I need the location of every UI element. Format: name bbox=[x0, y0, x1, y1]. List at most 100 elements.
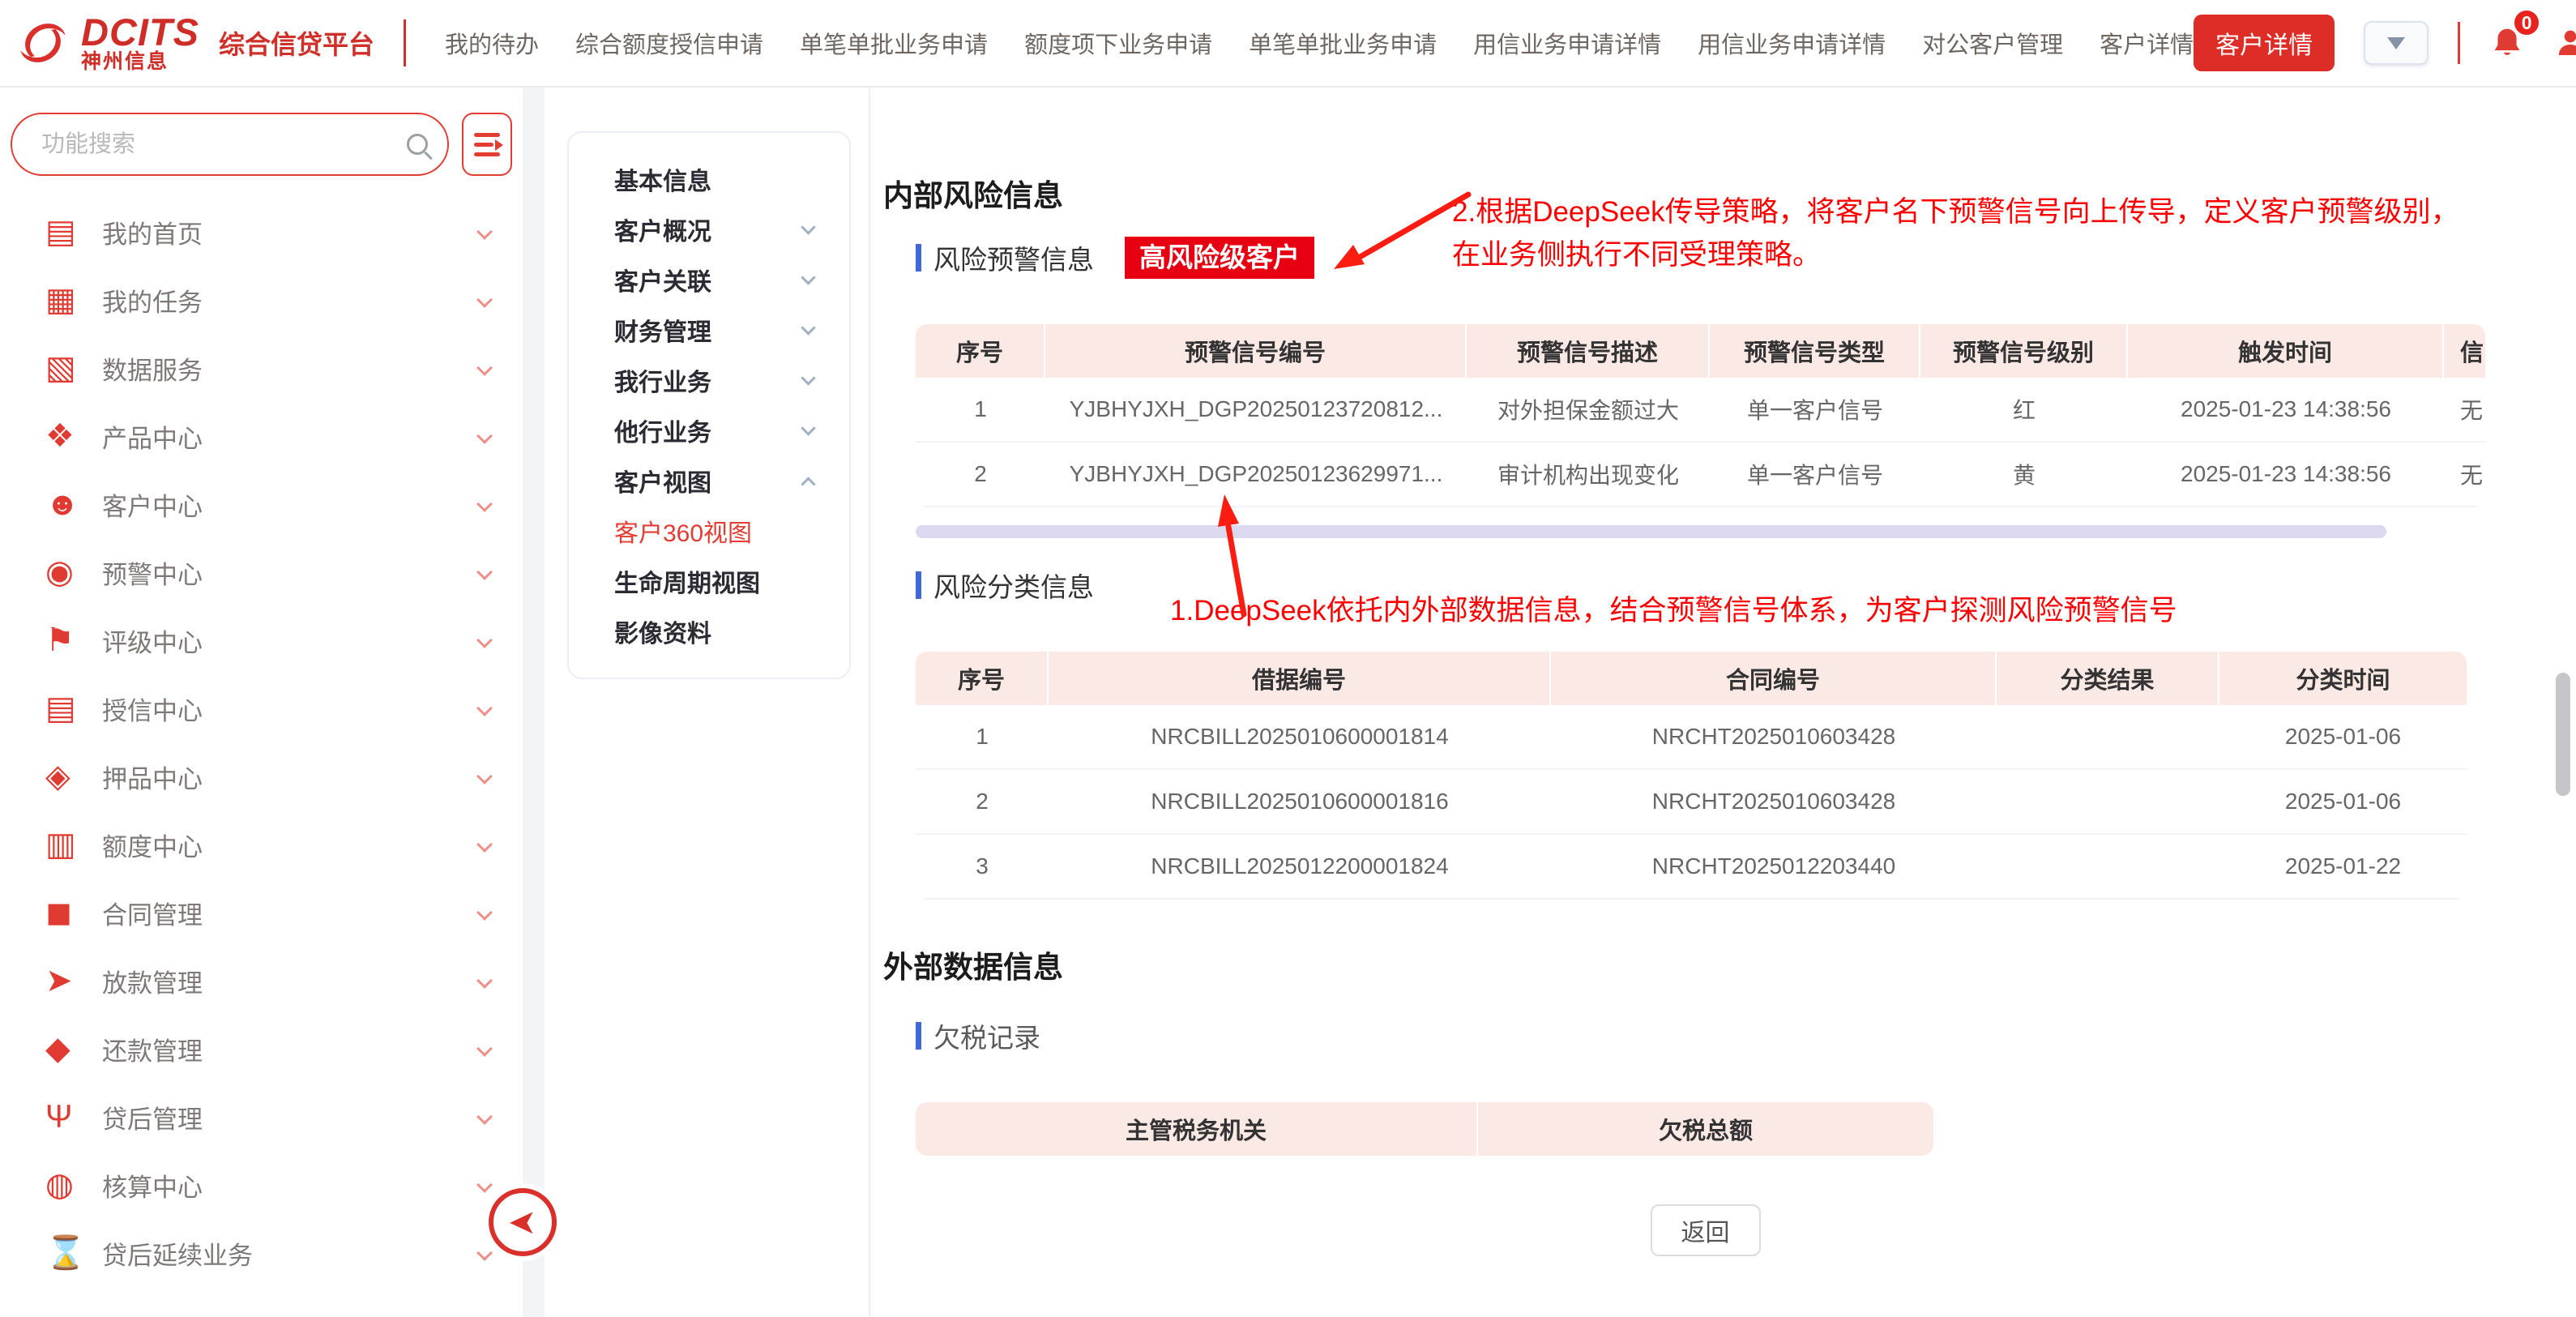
sidebar-menu-item[interactable]: ❖ 产品中心 bbox=[0, 402, 523, 470]
table-cell: 审计机构出现变化 bbox=[1467, 443, 1710, 507]
user-icon bbox=[2554, 26, 2576, 60]
brand-dcits: DCITS bbox=[81, 13, 199, 52]
chevron-down-icon bbox=[476, 768, 493, 785]
column-header: 触发时间 bbox=[2128, 324, 2444, 378]
table-cell: NRCHT2025010603428 bbox=[1551, 705, 1997, 770]
submenu-item[interactable]: 生命周期视图 bbox=[569, 556, 849, 606]
tabs-dropdown-button[interactable] bbox=[2364, 21, 2429, 65]
table-row[interactable]: 2YJBHYJXH_DGP20250123629971...审计机构出现变化单一… bbox=[916, 443, 2485, 507]
utensils-icon: Ψ bbox=[45, 1101, 92, 1133]
topnav-item[interactable]: 用信业务申请详情 bbox=[1473, 26, 1661, 60]
sidebar-item-label: 额度中心 bbox=[102, 827, 479, 863]
submenu-item-label: 我行业务 bbox=[614, 362, 803, 398]
table-cell: NRCHT2025012203440 bbox=[1551, 835, 1997, 900]
submenu-item[interactable]: 客户视图 bbox=[569, 455, 849, 506]
sidebar-item-label: 核算中心 bbox=[102, 1167, 479, 1204]
submenu-item[interactable]: 基本信息 bbox=[569, 154, 849, 204]
table-row[interactable]: 2NRCBILL2025010600001816NRCHT20250106034… bbox=[916, 770, 2467, 835]
risk-classification-table: 序号借据编号合同编号分类结果分类时间 1NRCBILL2025010600001… bbox=[916, 652, 2467, 900]
function-search-input[interactable] bbox=[41, 131, 407, 158]
user-profile-button[interactable] bbox=[2554, 26, 2576, 60]
submenu-item[interactable]: 客户360视图 bbox=[569, 506, 849, 556]
sidebar-item-label: 预警中心 bbox=[102, 554, 479, 591]
table-cell: 2 bbox=[916, 770, 1049, 835]
table-cell: 1 bbox=[916, 378, 1045, 443]
annotation-arrow-to-badge bbox=[1322, 188, 1476, 277]
table-header-row: 序号借据编号合同编号分类结果分类时间 bbox=[916, 652, 2467, 705]
submenu-item-label: 客户360视图 bbox=[614, 513, 814, 549]
risk-warning-table: 序号预警信号编号预警信号描述预警信号类型预警信号级别触发时间信 1YJBHYJX… bbox=[916, 324, 2485, 507]
top-navigation: 我的待办 综合额度授信申请 单笔单批业务申请 额度项下业务申请 单笔单批业务申请 用信业务… bbox=[445, 26, 2194, 60]
submenu-item-label: 客户关联 bbox=[614, 262, 803, 297]
chevron-down-icon bbox=[476, 360, 493, 376]
sidebar-menu-item[interactable]: ◼ 合同管理 bbox=[0, 879, 523, 947]
sidebar-menu-item[interactable]: ▤ 授信中心 bbox=[0, 674, 523, 742]
topnav-item[interactable]: 我的待办 bbox=[445, 26, 539, 60]
table1-horizontal-scrollbar[interactable] bbox=[916, 525, 2386, 538]
submenu-item[interactable]: 影像资料 bbox=[569, 606, 849, 656]
topnav-item[interactable]: 客户详情 bbox=[2100, 26, 2194, 60]
column-header: 序号 bbox=[916, 324, 1045, 378]
sidebar-menu-item[interactable]: ⌛ 贷后延续业务 bbox=[0, 1219, 523, 1287]
paper-plane-icon: ➤ bbox=[508, 1205, 536, 1239]
topnav-item[interactable]: 综合额度授信申请 bbox=[575, 26, 763, 60]
topnav-item[interactable]: 对公客户管理 bbox=[1922, 26, 2063, 60]
submenu-item[interactable]: 我行业务 bbox=[569, 355, 849, 405]
sidebar-menu-item[interactable]: ☻ 客户中心 bbox=[0, 470, 523, 538]
table-cell: 2025-01-23 14:38:56 bbox=[2128, 378, 2444, 443]
sidebar-collapse-fab[interactable]: ➤ bbox=[489, 1188, 557, 1256]
table-cell: 2025-01-23 14:38:56 bbox=[2128, 443, 2444, 507]
topbar-right-group: 客户详情 0 bbox=[2194, 15, 2576, 71]
column-header: 预警信号编号 bbox=[1045, 324, 1467, 378]
table-cell: 无 bbox=[2444, 443, 2485, 507]
sidebar-menu-item[interactable]: ▥ 额度中心 bbox=[0, 810, 523, 879]
submenu-item[interactable]: 他行业务 bbox=[569, 405, 849, 455]
sidebar-menu-item[interactable]: ▦ 我的任务 bbox=[0, 266, 523, 334]
table-cell: 红 bbox=[1920, 378, 2128, 443]
sidebar-menu-item[interactable]: ⚑ 评级中心 bbox=[0, 606, 523, 674]
hourglass-icon: ⌛ bbox=[45, 1237, 92, 1269]
table-cell: NRCHT2025010603428 bbox=[1551, 770, 1997, 835]
topnav-item[interactable]: 额度项下业务申请 bbox=[1024, 26, 1212, 60]
user-icon: ☻ bbox=[45, 488, 92, 520]
credit-card-icon: ▤ bbox=[45, 692, 92, 725]
sidebar-menu-item[interactable]: ◉ 预警中心 bbox=[0, 538, 523, 606]
topnav-item[interactable]: 单笔单批业务申请 bbox=[800, 26, 988, 60]
table-cell bbox=[1997, 705, 2219, 770]
sidebar-menu-item[interactable]: ◈ 押品中心 bbox=[0, 742, 523, 810]
column-header: 预警信号描述 bbox=[1467, 324, 1710, 378]
chevron-down-icon bbox=[476, 428, 493, 444]
sidebar-menu-item[interactable]: ◆ 还款管理 bbox=[0, 1015, 523, 1083]
sidebar-menu-item[interactable]: Ψ 贷后管理 bbox=[0, 1083, 523, 1151]
sidebar-item-label: 产品中心 bbox=[102, 418, 479, 455]
chevron-icon bbox=[801, 270, 815, 284]
chevron-down-icon bbox=[476, 564, 493, 580]
topnav-item[interactable]: 用信业务申请详情 bbox=[1698, 26, 1886, 60]
table-row[interactable]: 1NRCBILL2025010600001814NRCHT20250106034… bbox=[916, 705, 2467, 770]
sidebar-menu-item[interactable]: ▤ 我的首页 bbox=[0, 198, 523, 266]
menu-collapse-button[interactable] bbox=[462, 113, 512, 176]
submenu-item[interactable]: 客户概况 bbox=[569, 204, 849, 254]
submenu-item[interactable]: 客户关联 bbox=[569, 254, 849, 305]
sidebar-menu-item[interactable]: ➤ 放款管理 bbox=[0, 947, 523, 1015]
table-row[interactable]: 1YJBHYJXH_DGP20250123720812...对外担保金额过大单一… bbox=[916, 378, 2485, 443]
sidebar-item-label: 客户中心 bbox=[102, 486, 479, 523]
notifications-button[interactable]: 0 bbox=[2489, 24, 2525, 62]
back-button[interactable]: 返回 bbox=[1651, 1204, 1761, 1256]
topnav-item[interactable]: 单笔单批业务申请 bbox=[1249, 26, 1437, 60]
page-scrollbar[interactable] bbox=[2556, 673, 2570, 796]
sidebar-item-label: 评级中心 bbox=[102, 622, 479, 659]
submenu-item-label: 基本信息 bbox=[614, 161, 814, 197]
sidebar-menu-item[interactable]: ▧ 数据服务 bbox=[0, 334, 523, 402]
sidebar-menu: ▤ 我的首页 ▦ 我的任务 ▧ 数据服务 ❖ 产品中心 bbox=[0, 198, 523, 1287]
sidebar-item-label: 放款管理 bbox=[102, 963, 479, 999]
sidebar-menu-item[interactable]: ◍ 核算中心 bbox=[0, 1151, 523, 1219]
column-header: 预警信号类型 bbox=[1710, 324, 1920, 378]
id-card-icon: ▤ bbox=[45, 216, 92, 248]
search-icon bbox=[407, 134, 428, 155]
table-cell: NRCBILL2025010600001814 bbox=[1049, 705, 1551, 770]
sidebar-item-label: 我的首页 bbox=[102, 214, 479, 250]
active-tab-customer-detail-button[interactable]: 客户详情 bbox=[2194, 15, 2335, 71]
submenu-item[interactable]: 财务管理 bbox=[569, 305, 849, 355]
table-row[interactable]: 3NRCBILL2025012200001824NRCHT20250122034… bbox=[916, 835, 2467, 900]
